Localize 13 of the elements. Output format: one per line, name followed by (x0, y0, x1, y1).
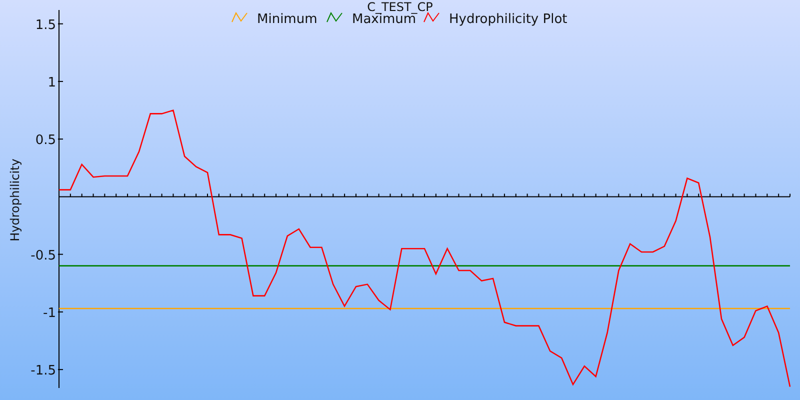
y-tick-label: 1 (48, 75, 56, 90)
legend-label: Maximum (352, 12, 416, 27)
axis-title: Hydrophilicity (8, 158, 22, 242)
chart-title: C_TEST_CP (367, 0, 433, 14)
legend-label: Hydrophilicity Plot (449, 12, 568, 27)
zigzag-icon (326, 12, 342, 22)
y-tick-label: -1.5 (30, 364, 56, 379)
y-tick-label: -0.5 (30, 248, 56, 264)
legend-label: Minimum (257, 12, 318, 27)
y-tick-label: -1 (43, 306, 56, 321)
y-tick-label: 1.5 (35, 18, 56, 33)
y-tick-label: 0.5 (35, 133, 56, 148)
zigzag-icon (232, 12, 248, 22)
